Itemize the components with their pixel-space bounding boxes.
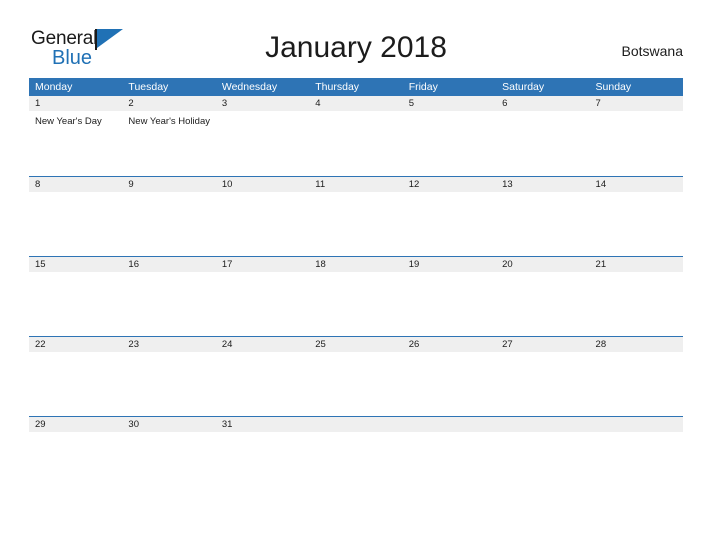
- event-label: [216, 115, 309, 128]
- date-number[interactable]: 24: [216, 337, 309, 352]
- week-row: 29 30 31: [29, 416, 683, 446]
- event-strip: [29, 272, 683, 276]
- date-number[interactable]: 29: [29, 417, 122, 432]
- date-number[interactable]: 7: [590, 96, 683, 111]
- event-strip: [29, 432, 683, 436]
- date-number[interactable]: 23: [122, 337, 215, 352]
- event-label: [496, 115, 589, 128]
- date-number[interactable]: 2: [122, 96, 215, 111]
- date-number[interactable]: 19: [403, 257, 496, 272]
- date-number[interactable]: 27: [496, 337, 589, 352]
- weekday-thursday: Thursday: [315, 81, 360, 93]
- week-row: 15 16 17 18 19 20 21: [29, 256, 683, 336]
- event-strip: [29, 352, 683, 356]
- weekday-friday: Friday: [408, 81, 438, 93]
- event-strip: New Year's Day New Year's Holiday: [29, 111, 683, 128]
- date-number[interactable]: 10: [216, 177, 309, 192]
- date-number[interactable]: 3: [216, 96, 309, 111]
- date-number[interactable]: 6: [496, 96, 589, 111]
- date-number: [403, 417, 496, 432]
- weekday-wednesday: Wednesday: [221, 81, 278, 93]
- date-number[interactable]: 20: [496, 257, 589, 272]
- weekday-saturday: Saturday: [502, 81, 545, 93]
- date-number[interactable]: 1: [29, 96, 122, 111]
- date-number[interactable]: 26: [403, 337, 496, 352]
- week-row: 8 9 10 11 12 13 14: [29, 176, 683, 256]
- date-number: [309, 417, 402, 432]
- date-number[interactable]: 18: [309, 257, 402, 272]
- date-strip: 1 2 3 4 5 6 7: [29, 96, 683, 111]
- calendar-page: General Blue January 2018 Botswana Monda…: [0, 0, 712, 550]
- date-number[interactable]: 9: [122, 177, 215, 192]
- weekday-sunday: Sunday: [595, 81, 632, 93]
- page-title: January 2018: [265, 31, 447, 64]
- date-number[interactable]: 11: [309, 177, 402, 192]
- date-number[interactable]: 8: [29, 177, 122, 192]
- date-number[interactable]: 15: [29, 257, 122, 272]
- date-number[interactable]: 12: [403, 177, 496, 192]
- event-label: New Year's Day: [35, 116, 102, 127]
- date-number[interactable]: 14: [590, 177, 683, 192]
- date-number[interactable]: 5: [403, 96, 496, 111]
- date-strip: 15 16 17 18 19 20 21: [29, 257, 683, 272]
- date-number[interactable]: 22: [29, 337, 122, 352]
- page-header: General Blue January 2018 Botswana: [0, 0, 712, 78]
- date-number[interactable]: 4: [309, 96, 402, 111]
- date-number: [496, 417, 589, 432]
- date-number: [590, 417, 683, 432]
- event-label: [590, 115, 683, 128]
- date-number[interactable]: 28: [590, 337, 683, 352]
- event-label: [403, 115, 496, 128]
- event-label: New Year's Holiday: [128, 116, 210, 127]
- date-strip: 29 30 31: [29, 417, 683, 432]
- date-number[interactable]: 13: [496, 177, 589, 192]
- weekday-header-row: Monday Tuesday Wednesday Thursday Friday…: [29, 78, 683, 96]
- date-number[interactable]: 31: [216, 417, 309, 432]
- weekday-tuesday: Tuesday: [128, 81, 169, 93]
- date-number[interactable]: 17: [216, 257, 309, 272]
- week-row: 22 23 24 25 26 27 28: [29, 336, 683, 416]
- date-number[interactable]: 21: [590, 257, 683, 272]
- date-strip: 22 23 24 25 26 27 28: [29, 337, 683, 352]
- calendar-grid: Monday Tuesday Wednesday Thursday Friday…: [29, 78, 683, 446]
- date-strip: 8 9 10 11 12 13 14: [29, 177, 683, 192]
- date-number[interactable]: 25: [309, 337, 402, 352]
- date-number[interactable]: 16: [122, 257, 215, 272]
- event-strip: [29, 192, 683, 196]
- week-row: 1 2 3 4 5 6 7 New Year's Day New Year's …: [29, 96, 683, 176]
- weekday-monday: Monday: [35, 81, 73, 93]
- country-label: Botswana: [621, 43, 683, 59]
- date-number[interactable]: 30: [122, 417, 215, 432]
- event-label: [309, 115, 402, 128]
